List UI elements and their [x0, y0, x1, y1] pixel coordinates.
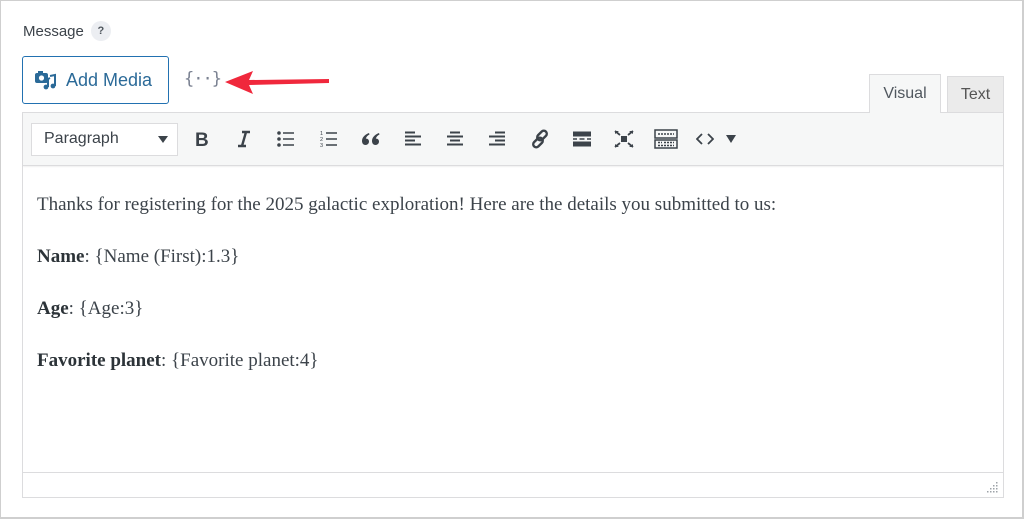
code-button[interactable] — [691, 122, 719, 156]
message-field-container: Message ? Add Media {··} Visual Text Par… — [0, 0, 1024, 519]
merge-tag-icon[interactable]: {··} — [184, 69, 222, 89]
field-value-name: : {Name (First):1.3} — [84, 246, 240, 267]
read-more-icon — [572, 131, 591, 147]
editor-content[interactable]: Thanks for registering for the 2025 gala… — [23, 166, 1003, 374]
format-select-value: Paragraph — [44, 130, 119, 147]
field-label: Message — [23, 22, 84, 40]
field-label-planet: Favorite planet — [37, 350, 162, 371]
bulleted-list-button[interactable] — [269, 122, 303, 156]
align-right-icon — [489, 131, 506, 146]
field-line-name: Name: {Name (First):1.3} — [37, 244, 989, 270]
italic-button[interactable] — [227, 122, 261, 156]
align-left-icon — [404, 131, 421, 146]
field-label-age: Age — [37, 298, 69, 319]
bold-button[interactable]: B — [185, 122, 219, 156]
svg-text:B: B — [195, 130, 209, 148]
help-icon[interactable]: ? — [90, 21, 111, 41]
field-label-name: Name — [37, 246, 85, 267]
code-icon — [696, 133, 715, 145]
field-line-age: Age: {Age:3} — [37, 296, 989, 322]
rich-text-editor: Paragraph B 123 Thanks for registering f… — [22, 112, 1004, 498]
add-media-button[interactable]: Add Media — [22, 56, 169, 104]
field-value-planet: : {Favorite planet:4} — [161, 350, 319, 371]
numbered-list-icon: 123 — [320, 131, 337, 148]
format-select[interactable]: Paragraph — [31, 122, 178, 156]
fullscreen-icon — [614, 130, 634, 148]
chevron-down-icon — [726, 135, 737, 143]
svg-text:3: 3 — [320, 143, 323, 148]
fullscreen-button[interactable] — [607, 122, 641, 156]
tab-visual[interactable]: Visual — [869, 74, 941, 113]
tab-text[interactable]: Text — [947, 76, 1004, 113]
editor-toolbar: Paragraph B 123 — [23, 113, 1003, 166]
insert-link-button[interactable] — [523, 122, 557, 156]
editor-statusbar — [23, 472, 1003, 497]
link-icon — [531, 129, 548, 149]
chevron-down-icon — [158, 135, 168, 143]
resize-handle-icon[interactable] — [987, 481, 999, 493]
numbered-list-button[interactable]: 123 — [312, 122, 346, 156]
align-center-icon — [447, 131, 464, 146]
toolbar-toggle-button[interactable] — [649, 122, 683, 156]
toolbar-toggle-icon — [654, 129, 678, 149]
annotation-arrow-icon — [225, 71, 329, 94]
field-label-row: Message ? — [23, 21, 111, 41]
italic-icon — [238, 130, 251, 148]
field-value-age: : {Age:3} — [68, 298, 144, 319]
media-icon — [35, 71, 56, 90]
align-left-button[interactable] — [396, 122, 430, 156]
read-more-button[interactable] — [565, 122, 599, 156]
align-center-button[interactable] — [438, 122, 472, 156]
add-media-label: Add Media — [66, 69, 153, 90]
blockquote-icon — [361, 133, 380, 145]
blockquote-button[interactable] — [354, 122, 388, 156]
intro-paragraph: Thanks for registering for the 2025 gala… — [37, 194, 777, 215]
bulleted-list-icon — [277, 131, 295, 147]
field-line-planet: Favorite planet: {Favorite planet:4} — [37, 348, 989, 374]
bold-icon: B — [195, 130, 209, 148]
align-right-button[interactable] — [480, 122, 514, 156]
more-dropdown-button[interactable] — [721, 122, 741, 156]
